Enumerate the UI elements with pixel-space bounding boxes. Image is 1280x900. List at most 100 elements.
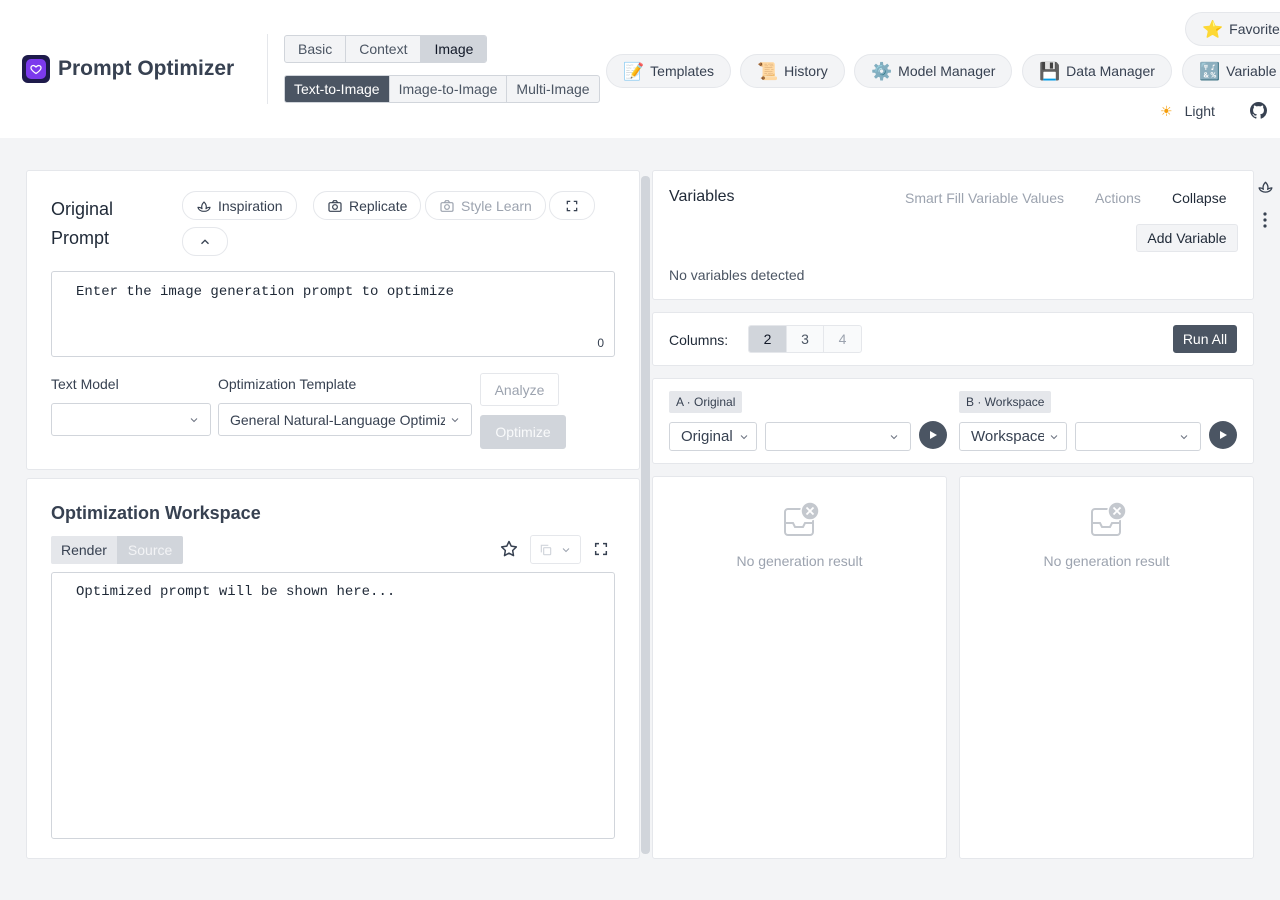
memo-icon: 📝 [623,61,645,81]
floppy-disk-icon: 💾 [1039,61,1061,81]
text-model-label: Text Model [51,376,119,392]
replicate-label: Replicate [349,197,408,214]
replicate-button[interactable]: Replicate [313,191,422,220]
tab-basic[interactable]: Basic [285,36,347,62]
tab-render[interactable]: Render [51,536,117,564]
compare-config-panel: A · Original Original B · Workspace Work… [652,378,1254,464]
optimized-prompt-output[interactable]: Optimized prompt will be shown here... [51,572,615,839]
variables-title: Variables [669,188,735,205]
chevron-down-icon [890,434,898,439]
column-b-source-value: Workspace [971,428,1044,445]
variable-label: Variable [1226,63,1277,79]
column-a-model-select[interactable] [765,422,911,451]
tab-text-to-image[interactable]: Text-to-Image [285,76,390,102]
empty-inbox-icon [783,501,821,542]
result-panel-b: No generation result [959,476,1254,859]
github-icon[interactable] [1250,102,1268,122]
scroll-icon: 📜 [757,61,779,81]
original-prompt-placeholder: Enter the image generation prompt to opt… [76,284,455,300]
chevron-down-icon [562,547,570,552]
actions-button[interactable]: Actions [1095,190,1141,206]
templates-label: Templates [650,63,714,79]
optimization-workspace-panel: Optimization Workspace Render Source Opt… [26,478,640,859]
mode-tabs: Basic Context Image [284,35,488,63]
theme-toggle[interactable]: ☀ Light [1160,102,1215,120]
column-b-run-button[interactable] [1209,421,1237,449]
tab-source[interactable]: Source [116,536,184,564]
original-prompt-title: Original Prompt [51,199,114,248]
empty-inbox-icon [1090,501,1128,542]
tab-image[interactable]: Image [421,36,487,62]
column-a-source-select[interactable]: Original [669,422,757,451]
star-icon: ⭐ [1202,19,1224,39]
lotus-icon[interactable] [1257,178,1274,198]
add-variable-button[interactable]: Add Variable [1136,224,1238,252]
tab-multi-image[interactable]: Multi-Image [507,76,598,102]
sun-icon: ☀ [1160,102,1173,119]
column-b-source-select[interactable]: Workspace [959,422,1067,451]
camera-icon [328,199,342,212]
columns-label: Columns: [669,332,729,348]
fullscreen-icon[interactable] [593,541,609,560]
column-b-model-select[interactable] [1075,422,1201,451]
favorite-label: Favorite [1229,21,1280,37]
variable-button[interactable]: 🔣 Variable [1182,54,1280,88]
optimized-prompt-placeholder: Optimized prompt will be shown here... [76,584,396,600]
result-panel-a: No generation result [652,476,947,859]
original-prompt-panel: Original Prompt Inspiration Replicate St… [26,170,640,470]
play-icon [1220,431,1227,439]
app-header: Prompt Optimizer Basic Context Image Tex… [0,0,1280,138]
chevron-down-icon [1180,434,1188,439]
variables-panel: Variables Smart Fill Variable Values Act… [652,170,1254,300]
favorite-star-icon[interactable] [499,539,519,562]
copy-icon [540,544,551,555]
history-label: History [784,63,828,79]
run-all-button[interactable]: Run All [1173,325,1237,353]
data-manager-button[interactable]: 💾 Data Manager [1022,54,1172,88]
fullscreen-button[interactable] [549,191,595,220]
column-a-tag: A · Original [669,391,743,413]
result-b-empty-text: No generation result [1043,553,1170,569]
inspiration-label: Inspiration [218,197,283,214]
columns-option-4[interactable]: 4 [824,326,861,352]
chevron-down-icon [740,434,748,439]
analyze-button[interactable]: Analyze [480,373,559,406]
tab-image-to-image[interactable]: Image-to-Image [390,76,508,102]
tab-context[interactable]: Context [346,36,422,62]
favorite-button[interactable]: ⭐ Favorite [1185,12,1280,46]
char-count: 0 [597,336,604,350]
app-logo [22,55,50,83]
collapse-button[interactable]: Collapse [1172,190,1226,206]
copy-dropdown-button[interactable] [530,535,581,564]
inspiration-button[interactable]: Inspiration [182,191,297,220]
history-button[interactable]: 📜 History [740,54,845,88]
template-value: General Natural-Language Optimization [230,411,445,428]
columns-option-3[interactable]: 3 [787,326,824,352]
model-manager-button[interactable]: ⚙️ Model Manager [854,54,1013,88]
column-a-run-button[interactable] [919,421,947,449]
template-select[interactable]: General Natural-Language Optimization [218,403,472,436]
lotus-icon [197,200,211,212]
smart-fill-button[interactable]: Smart Fill Variable Values [905,190,1064,206]
collapse-toggle-button[interactable] [182,227,228,256]
result-a-empty-text: No generation result [736,553,863,569]
templates-button[interactable]: 📝 Templates [606,54,731,88]
original-prompt-input[interactable]: Enter the image generation prompt to opt… [51,271,615,357]
variables-empty-text: No variables detected [669,267,805,283]
workspace-title: Optimization Workspace [51,503,261,523]
optimize-button[interactable]: Optimize [480,415,566,449]
expand-icon [566,200,578,211]
header-divider [267,34,268,104]
template-label: Optimization Template [218,376,357,392]
style-learn-button[interactable]: Style Learn [425,191,546,220]
panel-resize-handle[interactable] [641,176,650,854]
more-vertical-icon[interactable] [1262,211,1268,232]
gear-icon: ⚙️ [871,61,893,81]
text-model-select[interactable] [51,403,211,436]
theme-label: Light [1184,103,1215,119]
columns-option-2[interactable]: 2 [749,326,787,352]
chevron-down-icon [190,417,198,422]
columns-panel: Columns: 2 3 4 Run All [652,312,1254,366]
column-b-tag: B · Workspace [959,391,1052,413]
chevron-up-icon [201,238,209,244]
